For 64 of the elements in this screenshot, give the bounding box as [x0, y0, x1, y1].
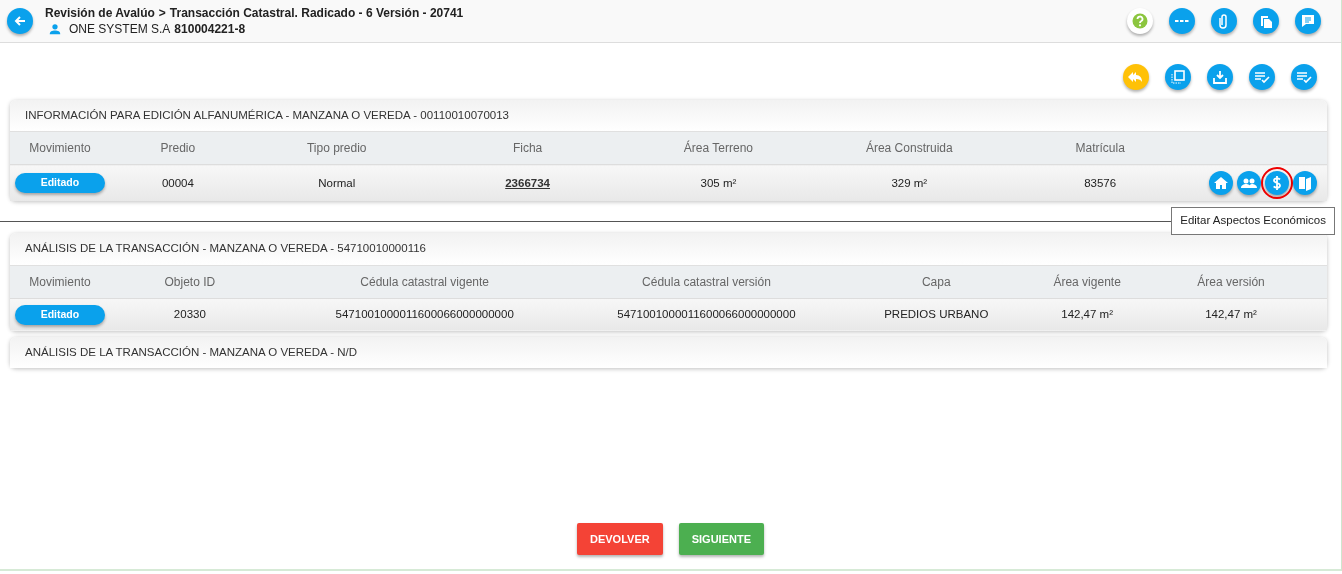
table-cell: 5471001000011600066000000000: [617, 307, 796, 320]
company-nit: 810004221-8: [174, 21, 246, 37]
tooltip: Editar Aspectos Económicos: [1171, 207, 1335, 235]
table-cell: 83576: [1084, 176, 1117, 189]
help-button[interactable]: [1127, 8, 1153, 34]
column-header: Área versión: [1135, 265, 1327, 298]
table-cell: 00004: [161, 176, 194, 189]
comment-button[interactable]: [1295, 8, 1321, 34]
table-cell: 5471001000011600066000000000: [335, 307, 514, 320]
breadcrumb-separator: >: [158, 5, 166, 21]
column-header: Área Construida: [809, 131, 1010, 165]
table-cell: 142,47 m²: [1205, 307, 1257, 320]
download-icon: [1212, 69, 1228, 85]
record-link[interactable]: 2366734: [505, 176, 550, 189]
table-cell: PREDIOS URBANO: [884, 307, 989, 320]
table-cell: 305 m²: [700, 176, 737, 189]
column-header: Predio: [109, 131, 246, 165]
status-button[interactable]: Editado: [14, 304, 105, 325]
book-icon: [1297, 175, 1313, 192]
table-cell: 329 m²: [891, 176, 928, 189]
back-button[interactable]: [7, 8, 33, 34]
breadcrumb-link[interactable]: Revisión de Avalúo: [45, 5, 155, 21]
column-header: Objeto ID: [109, 265, 270, 298]
panel-title: INFORMACIÓN PARA EDICIÓN ALFANUMÉRICA - MANZANA O VEREDA - 00110010070013: [10, 100, 1327, 132]
user-icon: [49, 23, 61, 35]
checklist-icon: [1254, 69, 1270, 85]
table-cell: 20330: [173, 307, 206, 320]
reply-button[interactable]: [1123, 64, 1149, 90]
checklist-button[interactable]: [1291, 64, 1317, 90]
column-header: Cédula catastral versión: [579, 265, 834, 298]
home-icon: [1213, 175, 1229, 192]
column-header: Área vigente: [1039, 265, 1136, 298]
checklist-icon: [1296, 69, 1312, 85]
company-name: ONE SYSTEM S.A: [69, 21, 171, 37]
panel-title: ANÁLISIS DE LA TRANSACCIÓN - MANZANA O VEREDA - N/D: [10, 336, 1327, 368]
book-button[interactable]: [1293, 171, 1317, 196]
layers-icon: [1170, 69, 1186, 85]
people-button[interactable]: [1237, 171, 1261, 196]
column-header: Capa: [833, 265, 1040, 298]
download-button[interactable]: [1207, 64, 1233, 90]
status-button[interactable]: Editado: [14, 173, 105, 194]
column-header: Ficha: [427, 131, 628, 165]
panel-title: ANÁLISIS DE LA TRANSACCIÓN - MANZANA O VEREDA - 54710010000116: [10, 233, 1327, 265]
column-header: Cédula catastral vigente: [269, 265, 580, 298]
copy-button[interactable]: [1253, 8, 1279, 34]
comment-icon: [1300, 13, 1316, 29]
document-copy-icon: [1258, 13, 1274, 29]
table-cell: Normal: [318, 176, 356, 189]
column-header: Matrícula: [1009, 131, 1192, 165]
next-button[interactable]: SIGUIENTE: [678, 522, 764, 555]
home-button[interactable]: [1209, 171, 1233, 196]
column-header: Movimiento: [10, 131, 110, 165]
dollar-button[interactable]: [1265, 171, 1289, 196]
return-button[interactable]: DEVOLVER: [577, 522, 663, 555]
layers-button[interactable]: [1165, 64, 1191, 90]
more-button[interactable]: [1169, 8, 1195, 34]
column-header: Tipo predio: [245, 131, 428, 165]
page-title: Transacción Catastral. Radicado - 6 Versión - 20741: [169, 5, 464, 21]
table-cell: 142,47 m²: [1061, 307, 1113, 320]
attach-button[interactable]: [1211, 8, 1237, 34]
checklist-button[interactable]: [1249, 64, 1275, 90]
help-icon: [1132, 13, 1148, 29]
column-header: Área Terreno: [627, 131, 810, 165]
column-header: Movimiento: [10, 265, 110, 298]
